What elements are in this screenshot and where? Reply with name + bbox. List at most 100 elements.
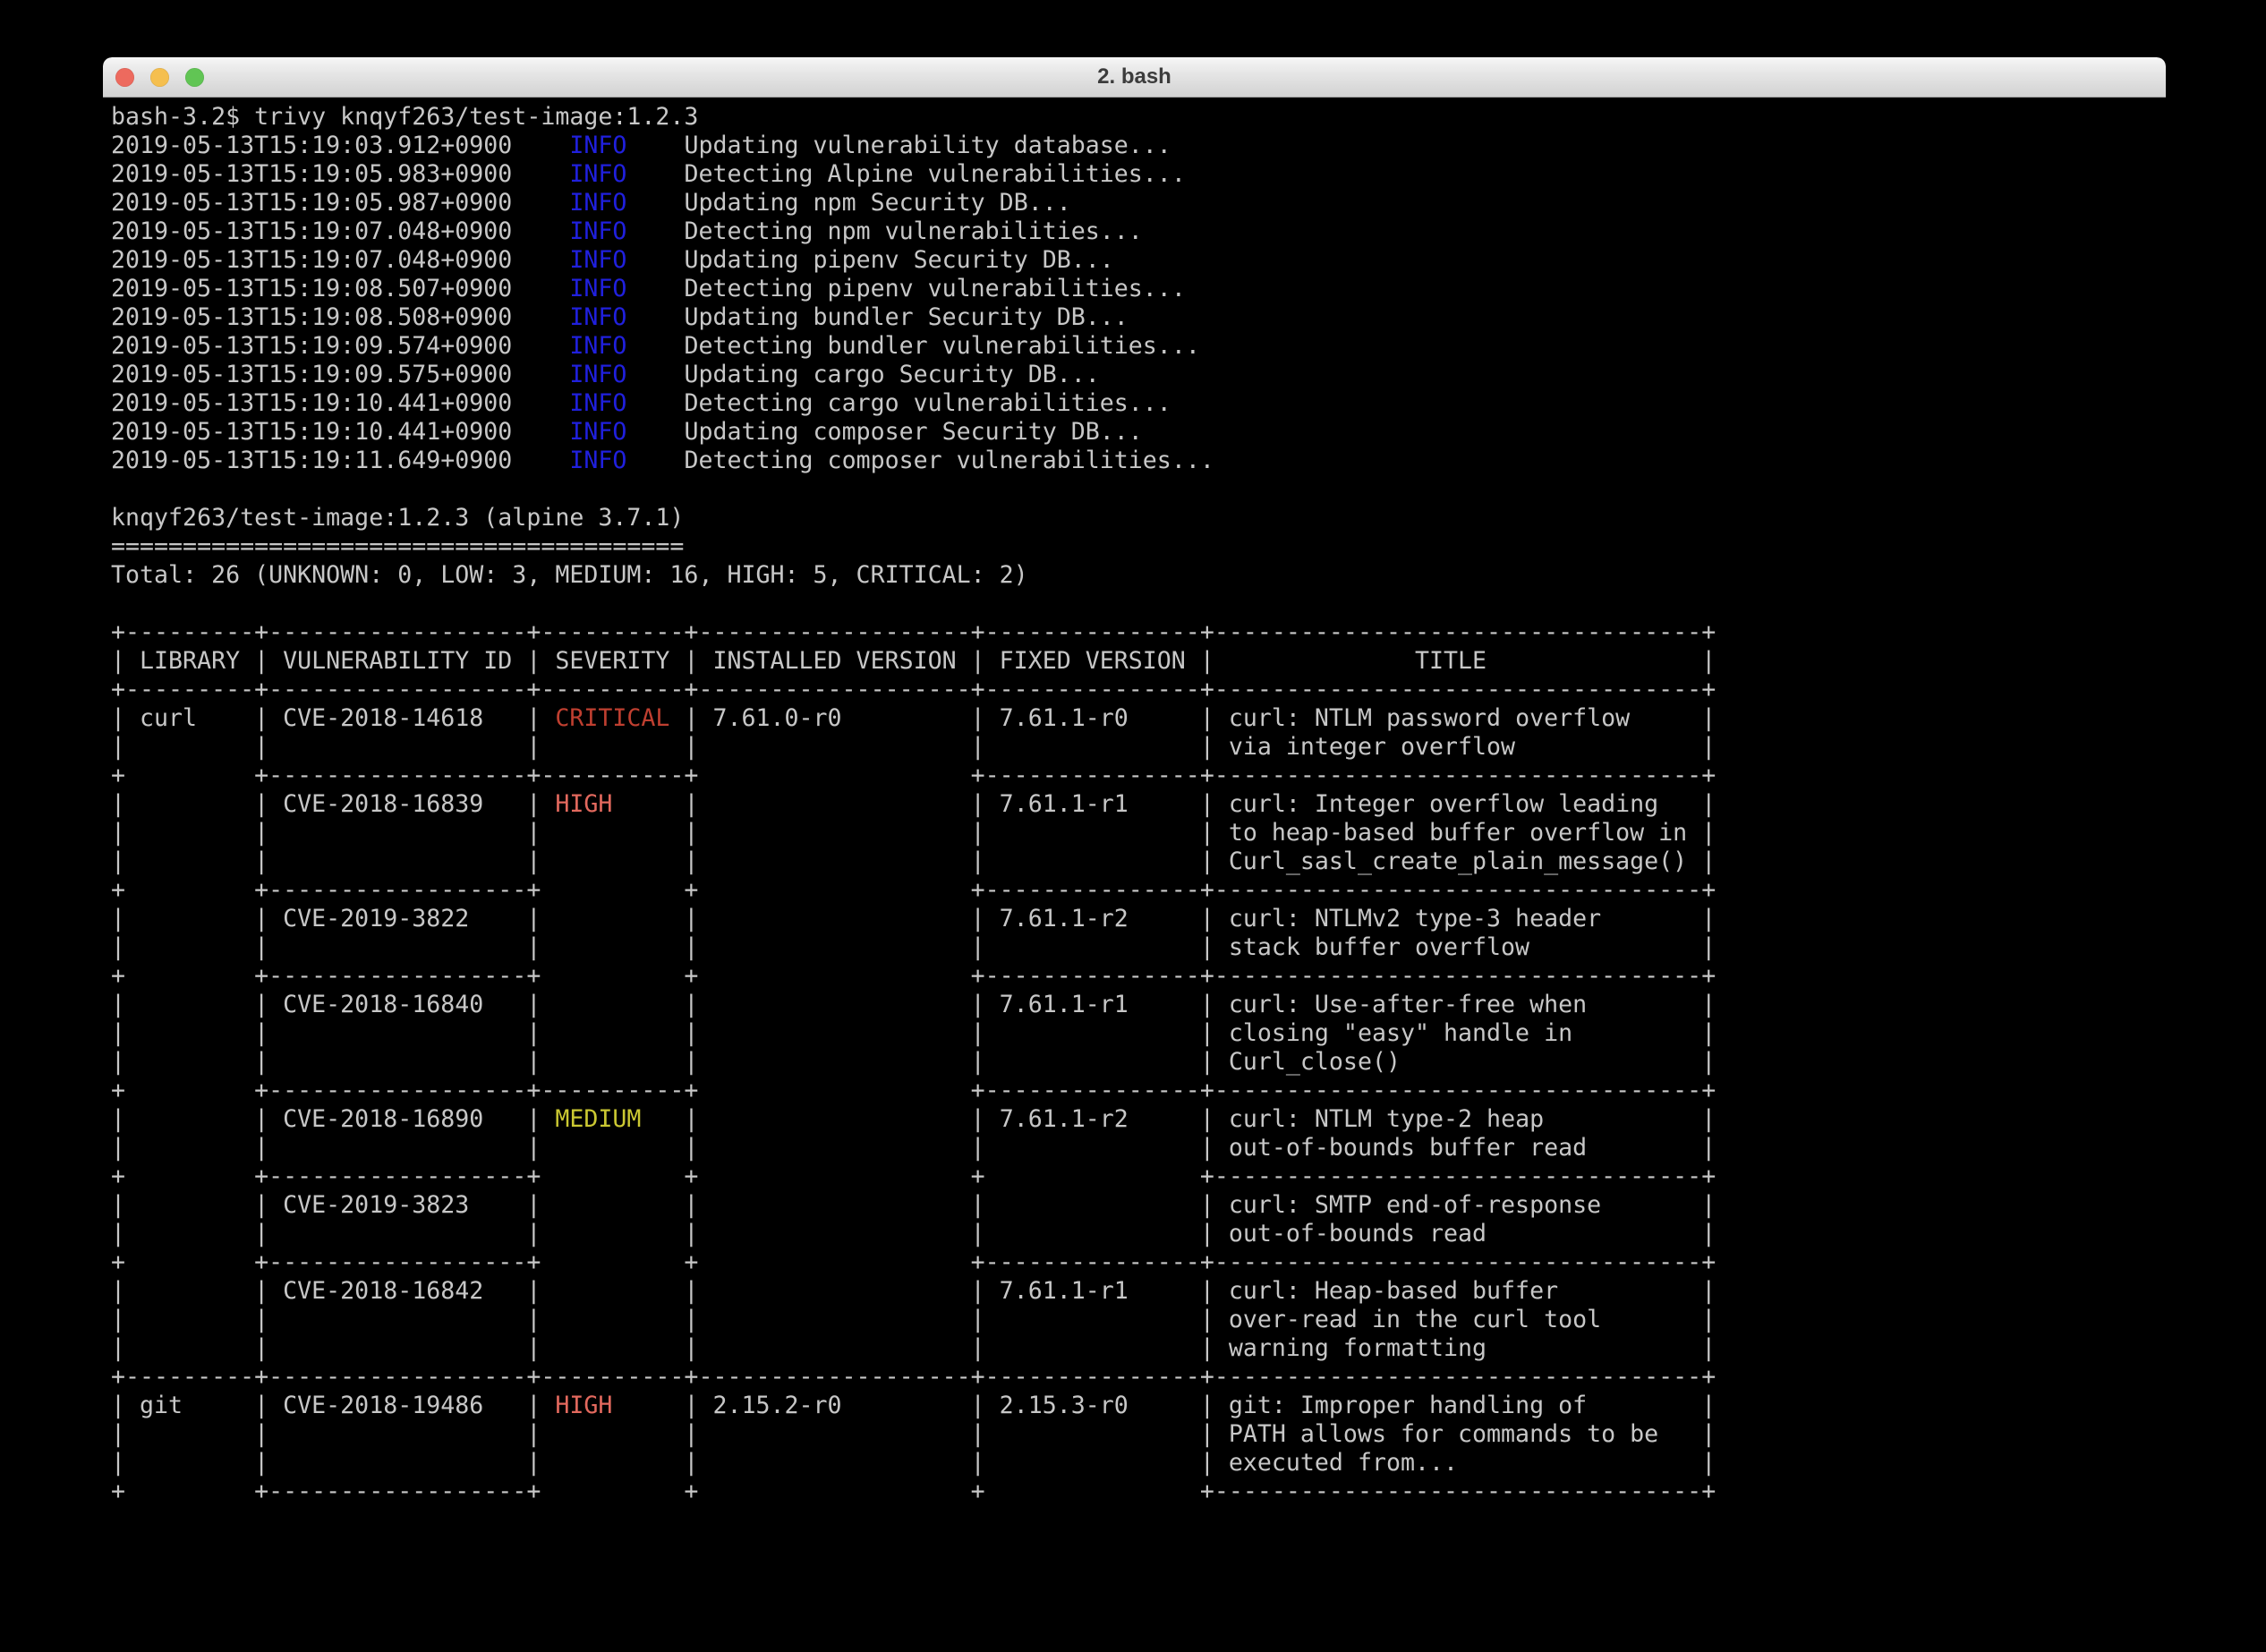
- terminal-text: | | | | | | Curl_sasl_create_plain_messa…: [111, 847, 1716, 875]
- terminal-line: + +------------------+ + + +------------…: [111, 1477, 2166, 1506]
- terminal-text: | LIBRARY | VULNERABILITY ID | SEVERITY …: [111, 647, 1716, 675]
- terminal-text: | | | | | | warning formatting |: [111, 1334, 1716, 1362]
- terminal-text: 2019-05-13T15:19:10.441+0900: [111, 418, 569, 446]
- terminal-text: 2019-05-13T15:19:09.575+0900: [111, 361, 569, 388]
- terminal-line: | | | | | | PATH allows for commands to …: [111, 1420, 2166, 1449]
- terminal-line: | | CVE-2018-16842 | | | 7.61.1-r1 | cur…: [111, 1277, 2166, 1306]
- terminal-text: | git | CVE-2018-19486 |: [111, 1392, 555, 1419]
- medium-text: MEDIUM: [555, 1105, 641, 1133]
- terminal-line: | | CVE-2019-3823 | | | | curl: SMTP end…: [111, 1191, 2166, 1220]
- info-text: INFO: [569, 275, 626, 302]
- terminal-text: knqyf263/test-image:1.2.3 (alpine 3.7.1): [111, 504, 684, 532]
- terminal-text: | | CVE-2018-16842 | | | 7.61.1-r1 | cur…: [111, 1277, 1716, 1305]
- terminal-line: 2019-05-13T15:19:08.508+0900 INFO Updati…: [111, 303, 2166, 332]
- terminal-text: + +------------------+ + +--------------…: [111, 962, 1716, 990]
- title-bar[interactable]: 2. bash: [103, 57, 2166, 98]
- terminal-text: + +------------------+ + + +------------…: [111, 1477, 1716, 1505]
- terminal-text: Detecting bundler vulnerabilities...: [626, 332, 1199, 360]
- terminal-text: Detecting npm vulnerabilities...: [626, 217, 1142, 245]
- terminal-line: + +------------------+----------+ +-----…: [111, 1077, 2166, 1105]
- terminal-line: +---------+------------------+----------…: [111, 676, 2166, 704]
- terminal-text: + +------------------+----------+ +-----…: [111, 762, 1716, 789]
- high-text: HIGH: [555, 790, 612, 818]
- terminal-line: | | | | | | over-read in the curl tool |: [111, 1306, 2166, 1334]
- terminal-text: 2019-05-13T15:19:08.508+0900: [111, 303, 569, 331]
- info-text: INFO: [569, 246, 626, 274]
- terminal-text: Updating composer Security DB...: [626, 418, 1142, 446]
- terminal-text: | | | | | | PATH allows for commands to …: [111, 1420, 1716, 1448]
- terminal-text: Total: 26 (UNKNOWN: 0, LOW: 3, MEDIUM: 1…: [111, 561, 1028, 589]
- terminal-text: | | CVE-2019-3822 | | | 7.61.1-r2 | curl…: [111, 905, 1716, 932]
- window-title: 2. bash: [103, 57, 2166, 97]
- terminal-text: Updating pipenv Security DB...: [626, 246, 1113, 274]
- terminal-text: | 7.61.0-r0 | 7.61.1-r0 | curl: NTLM pas…: [669, 704, 1716, 732]
- info-text: INFO: [569, 303, 626, 331]
- terminal-line: +---------+------------------+----------…: [111, 618, 2166, 647]
- terminal-text: 2019-05-13T15:19:11.649+0900: [111, 447, 569, 474]
- terminal-line: | | | | | | out-of-bounds read |: [111, 1220, 2166, 1248]
- terminal-text: + +------------------+ + + +------------…: [111, 1162, 1716, 1190]
- terminal-text: +---------+------------------+----------…: [111, 1363, 1716, 1391]
- terminal-line: | curl | CVE-2018-14618 | CRITICAL | 7.6…: [111, 704, 2166, 733]
- info-text: INFO: [569, 361, 626, 388]
- terminal-text: Detecting pipenv vulnerabilities...: [626, 275, 1185, 302]
- info-text: INFO: [569, 160, 626, 188]
- terminal-line: | | | | | | Curl_close() |: [111, 1048, 2166, 1077]
- terminal-line: | | CVE-2018-16890 | MEDIUM | | 7.61.1-r…: [111, 1105, 2166, 1134]
- info-text: INFO: [569, 389, 626, 417]
- terminal-line: Total: 26 (UNKNOWN: 0, LOW: 3, MEDIUM: 1…: [111, 561, 2166, 590]
- terminal-line: + +------------------+----------+ +-----…: [111, 762, 2166, 790]
- terminal-text: 2019-05-13T15:19:07.048+0900: [111, 246, 569, 274]
- terminal-text: ========================================: [111, 532, 684, 560]
- terminal-text: Detecting cargo vulnerabilities...: [626, 389, 1171, 417]
- info-text: INFO: [569, 217, 626, 245]
- terminal-line: | | | | | | warning formatting |: [111, 1334, 2166, 1363]
- terminal-text: 2019-05-13T15:19:07.048+0900: [111, 217, 569, 245]
- terminal-line: [111, 475, 2166, 504]
- terminal-text: Detecting composer vulnerabilities...: [626, 447, 1214, 474]
- terminal-line: bash-3.2$ trivy knqyf263/test-image:1.2.…: [111, 103, 2166, 132]
- terminal-line: + +------------------+ + +--------------…: [111, 1248, 2166, 1277]
- terminal-text: | | CVE-2019-3823 | | | | curl: SMTP end…: [111, 1191, 1716, 1219]
- terminal-line: 2019-05-13T15:19:11.649+0900 INFO Detect…: [111, 447, 2166, 475]
- terminal-line: +---------+------------------+----------…: [111, 1363, 2166, 1392]
- terminal-text: | | 7.61.1-r1 | curl: Integer overflow l…: [612, 790, 1716, 818]
- terminal-line: 2019-05-13T15:19:08.507+0900 INFO Detect…: [111, 275, 2166, 303]
- terminal-text: +---------+------------------+----------…: [111, 676, 1716, 703]
- terminal-line: ========================================: [111, 532, 2166, 561]
- terminal-text: 2019-05-13T15:19:08.507+0900: [111, 275, 569, 302]
- terminal-line: knqyf263/test-image:1.2.3 (alpine 3.7.1): [111, 504, 2166, 532]
- terminal-text: | | | | | | out-of-bounds buffer read |: [111, 1134, 1716, 1162]
- terminal-text: | 2.15.2-r0 | 2.15.3-r0 | git: Improper …: [612, 1392, 1716, 1419]
- terminal-line: | | | | | | closing "easy" handle in |: [111, 1019, 2166, 1048]
- terminal-line: | git | CVE-2018-19486 | HIGH | 2.15.2-r…: [111, 1392, 2166, 1420]
- terminal-text: Detecting Alpine vulnerabilities...: [626, 160, 1185, 188]
- terminal-text: 2019-05-13T15:19:10.441+0900: [111, 389, 569, 417]
- terminal-line: 2019-05-13T15:19:03.912+0900 INFO Updati…: [111, 132, 2166, 160]
- terminal-text: | | | | | | closing "easy" handle in |: [111, 1019, 1716, 1047]
- terminal-line: 2019-05-13T15:19:10.441+0900 INFO Updati…: [111, 418, 2166, 447]
- terminal-text: | | | | | | Curl_close() |: [111, 1048, 1716, 1076]
- terminal-text: | curl | CVE-2018-14618 |: [111, 704, 555, 732]
- terminal-text: | | | | | | via integer overflow |: [111, 733, 1716, 761]
- terminal-text: + +------------------+ + +--------------…: [111, 1248, 1716, 1276]
- terminal-text: 2019-05-13T15:19:05.983+0900: [111, 160, 569, 188]
- terminal-line: 2019-05-13T15:19:05.987+0900 INFO Updati…: [111, 189, 2166, 217]
- terminal-line: | | | | | | out-of-bounds buffer read |: [111, 1134, 2166, 1162]
- terminal-text: | | | | | | out-of-bounds read |: [111, 1220, 1716, 1248]
- terminal-output[interactable]: bash-3.2$ trivy knqyf263/test-image:1.2.…: [103, 98, 2166, 1506]
- terminal-text: 2019-05-13T15:19:03.912+0900: [111, 132, 569, 159]
- terminal-line: 2019-05-13T15:19:07.048+0900 INFO Updati…: [111, 246, 2166, 275]
- terminal-line: 2019-05-13T15:19:09.574+0900 INFO Detect…: [111, 332, 2166, 361]
- terminal-line: | | | | | | via integer overflow |: [111, 733, 2166, 762]
- terminal-text: | | CVE-2018-16839 |: [111, 790, 555, 818]
- terminal-text: 2019-05-13T15:19:09.574+0900: [111, 332, 569, 360]
- terminal-text: Updating npm Security DB...: [626, 189, 1070, 217]
- terminal-line: | | CVE-2018-16840 | | | 7.61.1-r1 | cur…: [111, 991, 2166, 1019]
- terminal-window: 2. bash bash-3.2$ trivy knqyf263/test-im…: [103, 57, 2166, 1620]
- info-text: INFO: [569, 447, 626, 474]
- terminal-line: 2019-05-13T15:19:05.983+0900 INFO Detect…: [111, 160, 2166, 189]
- info-text: INFO: [569, 332, 626, 360]
- terminal-text: | | | | | | over-read in the curl tool |: [111, 1306, 1716, 1333]
- terminal-line: | | | | | | to heap-based buffer overflo…: [111, 819, 2166, 847]
